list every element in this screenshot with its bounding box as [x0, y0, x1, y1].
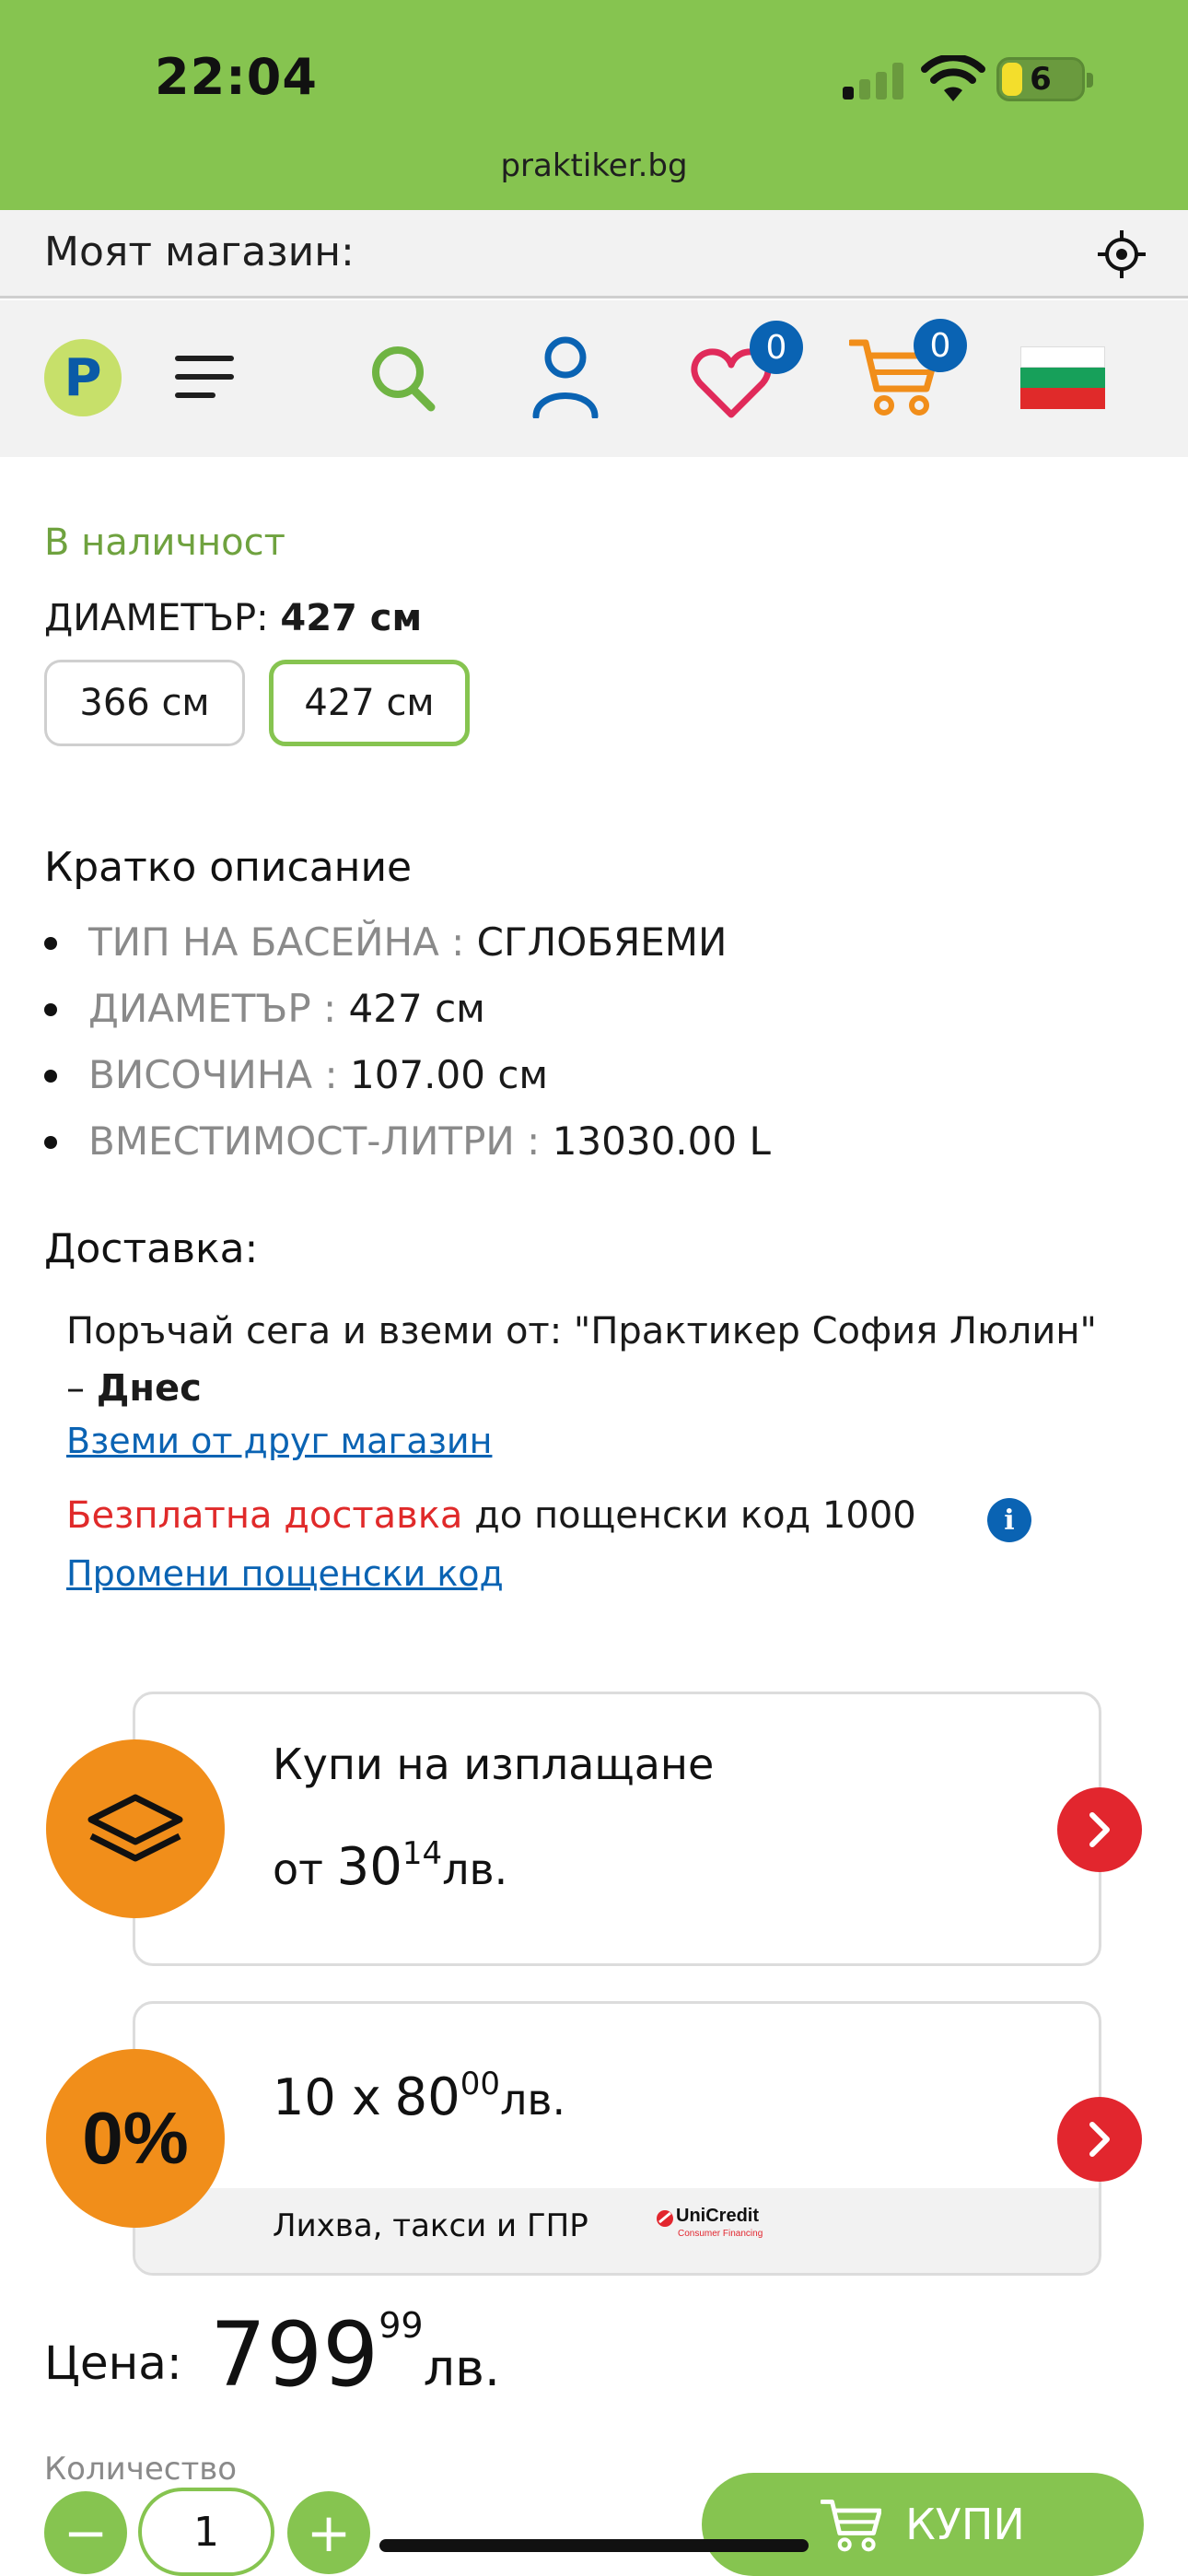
installment-title: Купи на изплащане — [273, 1739, 715, 1789]
zero-interest-currency: лв. — [500, 2075, 566, 2125]
delivery-title: Доставка: — [44, 1225, 259, 1272]
buy-label: КУПИ — [905, 2500, 1025, 2549]
search-icon[interactable] — [368, 343, 437, 413]
installment-currency: лв. — [442, 1844, 508, 1894]
zero-percent-text: 0% — [82, 2097, 189, 2179]
free-delivery-rest: до пощенски код 1000 — [474, 1494, 916, 1537]
installment-amount-dec: 14 — [402, 1835, 443, 1872]
diameter-label: ДИАМЕТЪР: 427 см — [44, 597, 422, 639]
installment-card[interactable] — [133, 1692, 1101, 1966]
battery-level: 6 — [1030, 61, 1052, 98]
wishlist-count-badge: 0 — [750, 321, 803, 374]
hamburger-menu-icon[interactable] — [175, 356, 234, 400]
cart-count-badge: 0 — [914, 319, 967, 372]
other-store-link[interactable]: Вземи от друг магазин — [66, 1421, 492, 1461]
unicredit-name: UniCredit — [676, 2206, 759, 2226]
zero-interest-count: 10 x — [273, 2068, 381, 2126]
account-icon[interactable] — [530, 335, 600, 418]
availability-status: В наличност — [44, 521, 285, 564]
spec-value: СГЛОБЯЕМИ — [476, 919, 728, 965]
wifi-icon — [921, 55, 985, 101]
spec-item: ВИСОЧИНА : 107.00 см — [44, 1049, 771, 1116]
praktiker-logo[interactable]: P — [44, 339, 122, 416]
free-delivery-info: Безплатна доставка до пощенски код 1000 — [66, 1494, 916, 1537]
spec-item: ТИП НА БАСЕЙНА : СГЛОБЯЕМИ — [44, 917, 771, 983]
zero-interest-amount-dec: 00 — [460, 2066, 500, 2102]
price-dec: 99 — [379, 2305, 424, 2346]
spec-item: ВМЕСТИМОСТ-ЛИТРИ : 13030.00 L — [44, 1116, 771, 1182]
price-int: 799 — [210, 2303, 379, 2406]
unicredit-sub: Consumer Financing — [678, 2229, 763, 2239]
product-price: 79999лв. — [210, 2303, 500, 2406]
zero-interest-note: Лихва, такси и ГПР — [273, 2207, 588, 2244]
zero-interest-amount-int: 80 — [394, 2067, 460, 2127]
quantity-plus-button[interactable]: + — [287, 2491, 370, 2574]
home-indicator[interactable] — [379, 2539, 809, 2552]
quantity-minus-button[interactable]: − — [44, 2491, 127, 2574]
spec-key: ВИСОЧИНА : — [88, 1052, 338, 1097]
address-bar[interactable]: praktiker.bg — [0, 147, 1188, 184]
short-description-title: Кратко описание — [44, 844, 413, 891]
info-icon[interactable]: i — [987, 1498, 1031, 1542]
installment-amount-int: 30 — [336, 1837, 402, 1897]
price-currency: лв. — [423, 2339, 501, 2397]
battery-icon: 6 — [996, 57, 1093, 101]
spec-key: ТИП НА БАСЕЙНА : — [88, 919, 465, 965]
language-flag-bg-icon[interactable] — [1020, 346, 1105, 409]
diameter-option-366[interactable]: 366 см — [44, 660, 245, 746]
spec-key: ВМЕСТИМОСТ-ЛИТРИ : — [88, 1118, 541, 1164]
installment-price: от 3014лв. — [273, 1835, 507, 1897]
diameter-selected-value: 427 см — [280, 597, 423, 639]
installment-layers-icon — [46, 1739, 225, 1918]
price-label: Цена: — [44, 2336, 182, 2390]
quantity-label: Количество — [44, 2451, 238, 2488]
spec-value: 13030.00 L — [552, 1118, 771, 1164]
installment-chevron-right-icon[interactable] — [1057, 1787, 1142, 1872]
diameter-label-text: ДИАМЕТЪР: — [44, 597, 269, 639]
spec-list: ТИП НА БАСЕЙНА : СГЛОБЯЕМИ ДИАМЕТЪР : 42… — [44, 917, 771, 1182]
store-label: Моят магазин: — [44, 228, 355, 275]
diameter-option-427[interactable]: 427 см — [269, 660, 470, 746]
spec-key: ДИАМЕТЪР : — [88, 986, 337, 1031]
unicredit-logo: UniCredit Consumer Financing — [656, 2206, 775, 2248]
free-delivery-label: Безплатна доставка — [66, 1494, 463, 1537]
zero-interest-price: 10 x 8000лв. — [273, 2066, 565, 2127]
pickup-when: Днес — [96, 1367, 202, 1410]
spec-value: 107.00 см — [350, 1052, 549, 1097]
status-time: 22:04 — [155, 48, 318, 106]
buy-button[interactable]: КУПИ — [702, 2473, 1144, 2576]
spec-item: ДИАМЕТЪР : 427 см — [44, 983, 771, 1049]
quantity-input[interactable]: 1 — [138, 2488, 274, 2576]
pickup-text: Поръчай сега и вземи от: "Практикер Софи… — [66, 1310, 1097, 1410]
zero-interest-chevron-right-icon[interactable] — [1057, 2097, 1142, 2182]
locate-icon[interactable] — [1096, 228, 1147, 280]
spec-value: 427 см — [348, 986, 485, 1031]
signal-icon — [843, 63, 905, 100]
pickup-info: Поръчай сега и вземи от: "Практикер Софи… — [66, 1303, 1116, 1417]
installment-from: от — [273, 1844, 323, 1894]
zero-percent-badge: 0% — [46, 2049, 225, 2228]
store-bar[interactable]: Моят магазин: — [0, 210, 1188, 299]
buy-cart-icon — [821, 2500, 882, 2552]
change-postcode-link[interactable]: Промени пощенски код — [66, 1553, 504, 1594]
